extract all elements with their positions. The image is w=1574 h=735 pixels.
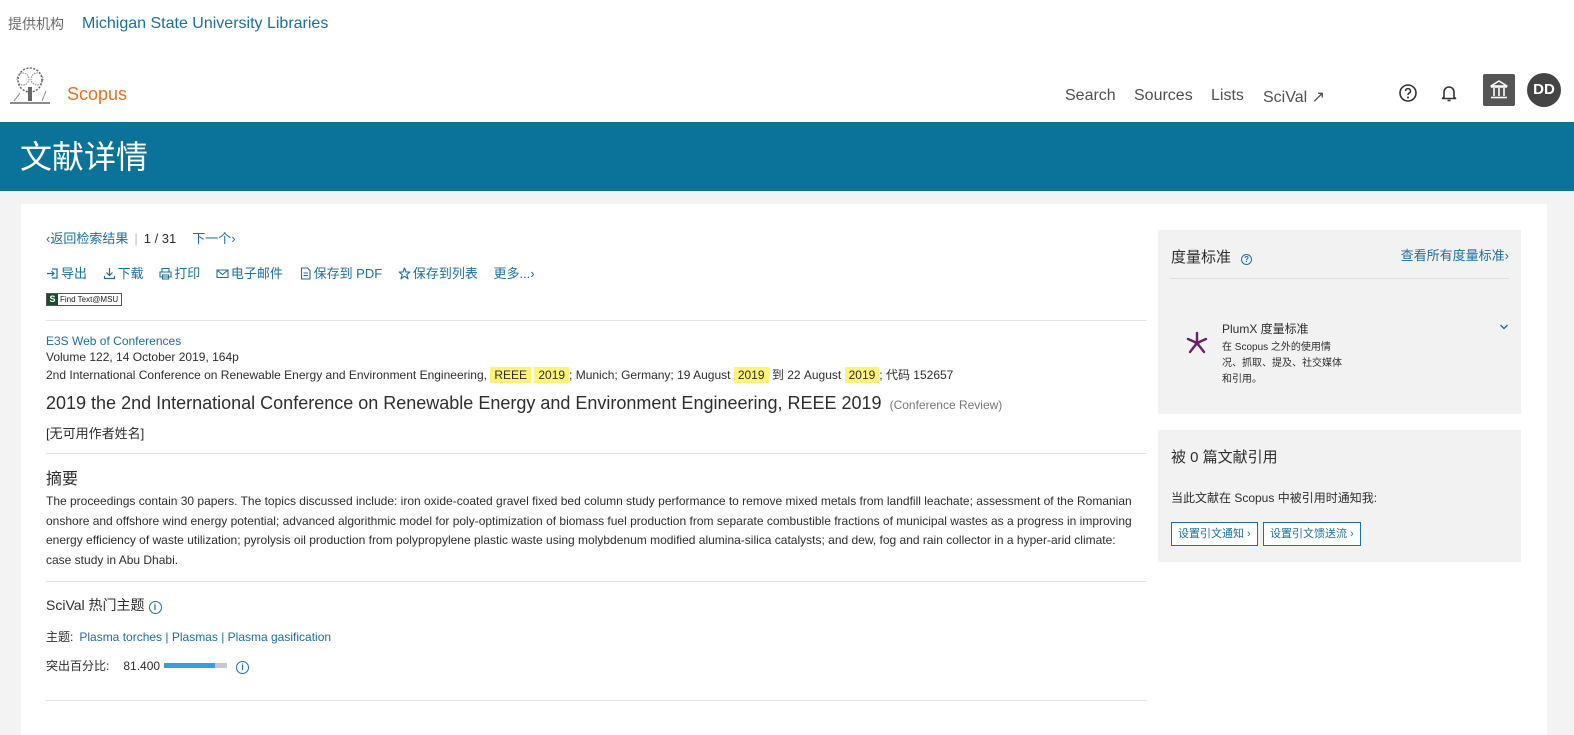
more-actions-button[interactable]: 更多...› xyxy=(493,263,534,282)
breadcrumb: ‹返回检索结果 | 1 / 31 下一个› xyxy=(46,231,236,246)
find-text-link[interactable]: S Find Text@MSU xyxy=(46,293,123,306)
page-title: 文献详情 xyxy=(20,138,149,176)
email-button[interactable]: 电子邮件 xyxy=(216,263,283,282)
metrics-title: 度量标准? xyxy=(1171,246,1253,267)
scopus-logo[interactable]: Scopus xyxy=(67,84,127,105)
document-type: (Conference Review) xyxy=(889,398,1003,412)
star-icon xyxy=(398,267,411,280)
print-icon xyxy=(159,267,172,280)
source-title-link[interactable]: E3S Web of Conferences xyxy=(46,334,181,348)
set-citation-alert-button[interactable]: 设置引文通知 › xyxy=(1171,522,1258,546)
prominence-bar-fill xyxy=(164,663,216,668)
notification-bell-icon[interactable] xyxy=(1439,83,1459,103)
institution-button[interactable] xyxy=(1483,74,1515,106)
page-banner: 文献详情 xyxy=(0,122,1574,191)
top-navigation: Scopus Search Sources Lists SciVal ↗ DD xyxy=(0,60,1574,122)
institution-bar: 提供机构 Michigan State University Libraries xyxy=(0,0,1574,60)
institution-icon xyxy=(1490,80,1508,99)
save-to-list-button[interactable]: 保存到列表 xyxy=(398,263,478,282)
abstract-text: The proceedings contain 30 papers. The t… xyxy=(46,494,1132,567)
prominence-label: 突出百分比: xyxy=(46,659,110,673)
plumx-description: 在 Scopus 之外的使用情况、抓取、提及、社交媒体和引用。 xyxy=(1222,342,1342,385)
metrics-card: 度量标准? 查看所有度量标准› PlumX 度量标准 在 Scopus 之外的使… xyxy=(1158,230,1521,414)
nav-search[interactable]: Search xyxy=(1065,87,1116,105)
topic-link[interactable]: Plasma torches xyxy=(79,630,162,644)
prominence-bar xyxy=(164,663,228,668)
main-panel: ‹返回检索结果 | 1 / 31 下一个› 导出 下载 打印 电子邮件 保存到 PDF… xyxy=(21,204,1547,735)
divider xyxy=(46,700,1147,701)
institution-label: 提供机构 xyxy=(8,17,64,33)
find-text-label: Find Text@MSU xyxy=(60,295,119,304)
info-icon[interactable]: i xyxy=(148,601,162,614)
author-list: [无可用作者姓名] xyxy=(46,426,145,441)
download-icon xyxy=(103,268,115,280)
volume-info: Volume 122, 14 October 2019, 164p xyxy=(46,350,239,364)
document-title: 2019 the 2nd International Conference on… xyxy=(46,393,1003,413)
info-icon[interactable]: ? xyxy=(1241,254,1253,265)
highlight: 2019 xyxy=(534,367,570,383)
scival-heading: SciVal 热门主题 i xyxy=(46,595,162,615)
plumx-icon xyxy=(1186,331,1208,354)
set-citation-feed-button[interactable]: 设置引文馈送流 › xyxy=(1263,522,1361,546)
highlight: REEE xyxy=(490,367,531,383)
divider xyxy=(46,453,1147,454)
elsevier-logo-icon[interactable] xyxy=(8,67,52,107)
nav-lists[interactable]: Lists xyxy=(1211,87,1244,105)
conference-info: 2nd International Conference on Renewabl… xyxy=(46,367,954,383)
back-to-results-link[interactable]: ‹返回检索结果 xyxy=(46,231,128,246)
cited-by-title: 被 0 篇文献引用 xyxy=(1171,449,1278,466)
view-all-metrics-link[interactable]: 查看所有度量标准› xyxy=(1401,245,1509,264)
download-button[interactable]: 下载 xyxy=(103,263,144,282)
topic-link[interactable]: Plasma gasification xyxy=(228,630,331,644)
topic-label: 主题: xyxy=(46,630,74,644)
help-icon[interactable] xyxy=(1398,83,1418,103)
result-position: 1 / 31 xyxy=(143,231,177,246)
divider xyxy=(46,581,1147,582)
find-text-badge: S xyxy=(47,294,58,305)
user-avatar[interactable]: DD xyxy=(1527,73,1561,107)
print-button[interactable]: 打印 xyxy=(159,263,200,282)
action-toolbar: 导出 下载 打印 电子邮件 保存到 PDF 保存到列表 更多...› xyxy=(46,263,547,282)
topic-link[interactable]: Plasmas xyxy=(172,630,218,644)
nav-sources[interactable]: Sources xyxy=(1134,87,1193,105)
prominence-value: 81.400 xyxy=(123,659,161,673)
export-button[interactable]: 导出 xyxy=(46,263,87,282)
export-icon xyxy=(47,268,58,279)
save-to-pdf-button[interactable]: 保存到 PDF xyxy=(299,263,382,282)
divider xyxy=(46,320,1147,321)
next-result-link[interactable]: 下一个› xyxy=(192,231,235,246)
prominence-percentile: 突出百分比: 81.400 i xyxy=(46,657,250,674)
nav-scival[interactable]: SciVal ↗ xyxy=(1263,87,1325,107)
topic-list: 主题: Plasma torches | Plasmas | Plasma gas… xyxy=(46,630,332,644)
pdf-icon xyxy=(300,267,311,280)
plumx-title: PlumX 度量标准 xyxy=(1222,322,1309,336)
highlight: 2019 xyxy=(733,367,769,383)
institution-link[interactable]: Michigan State University Libraries xyxy=(82,15,328,33)
abstract-heading: 摘要 xyxy=(46,471,79,488)
citation-alert-text: 当此文献在 Scopus 中被引用时通知我: xyxy=(1171,491,1378,505)
email-icon xyxy=(216,269,229,279)
chevron-down-icon[interactable] xyxy=(1499,322,1509,332)
info-icon[interactable]: i xyxy=(236,661,250,674)
divider xyxy=(1170,278,1509,279)
highlight: 2019 xyxy=(844,367,880,383)
cited-by-card: 被 0 篇文献引用 当此文献在 Scopus 中被引用时通知我: 设置引文通知 … xyxy=(1158,430,1521,562)
